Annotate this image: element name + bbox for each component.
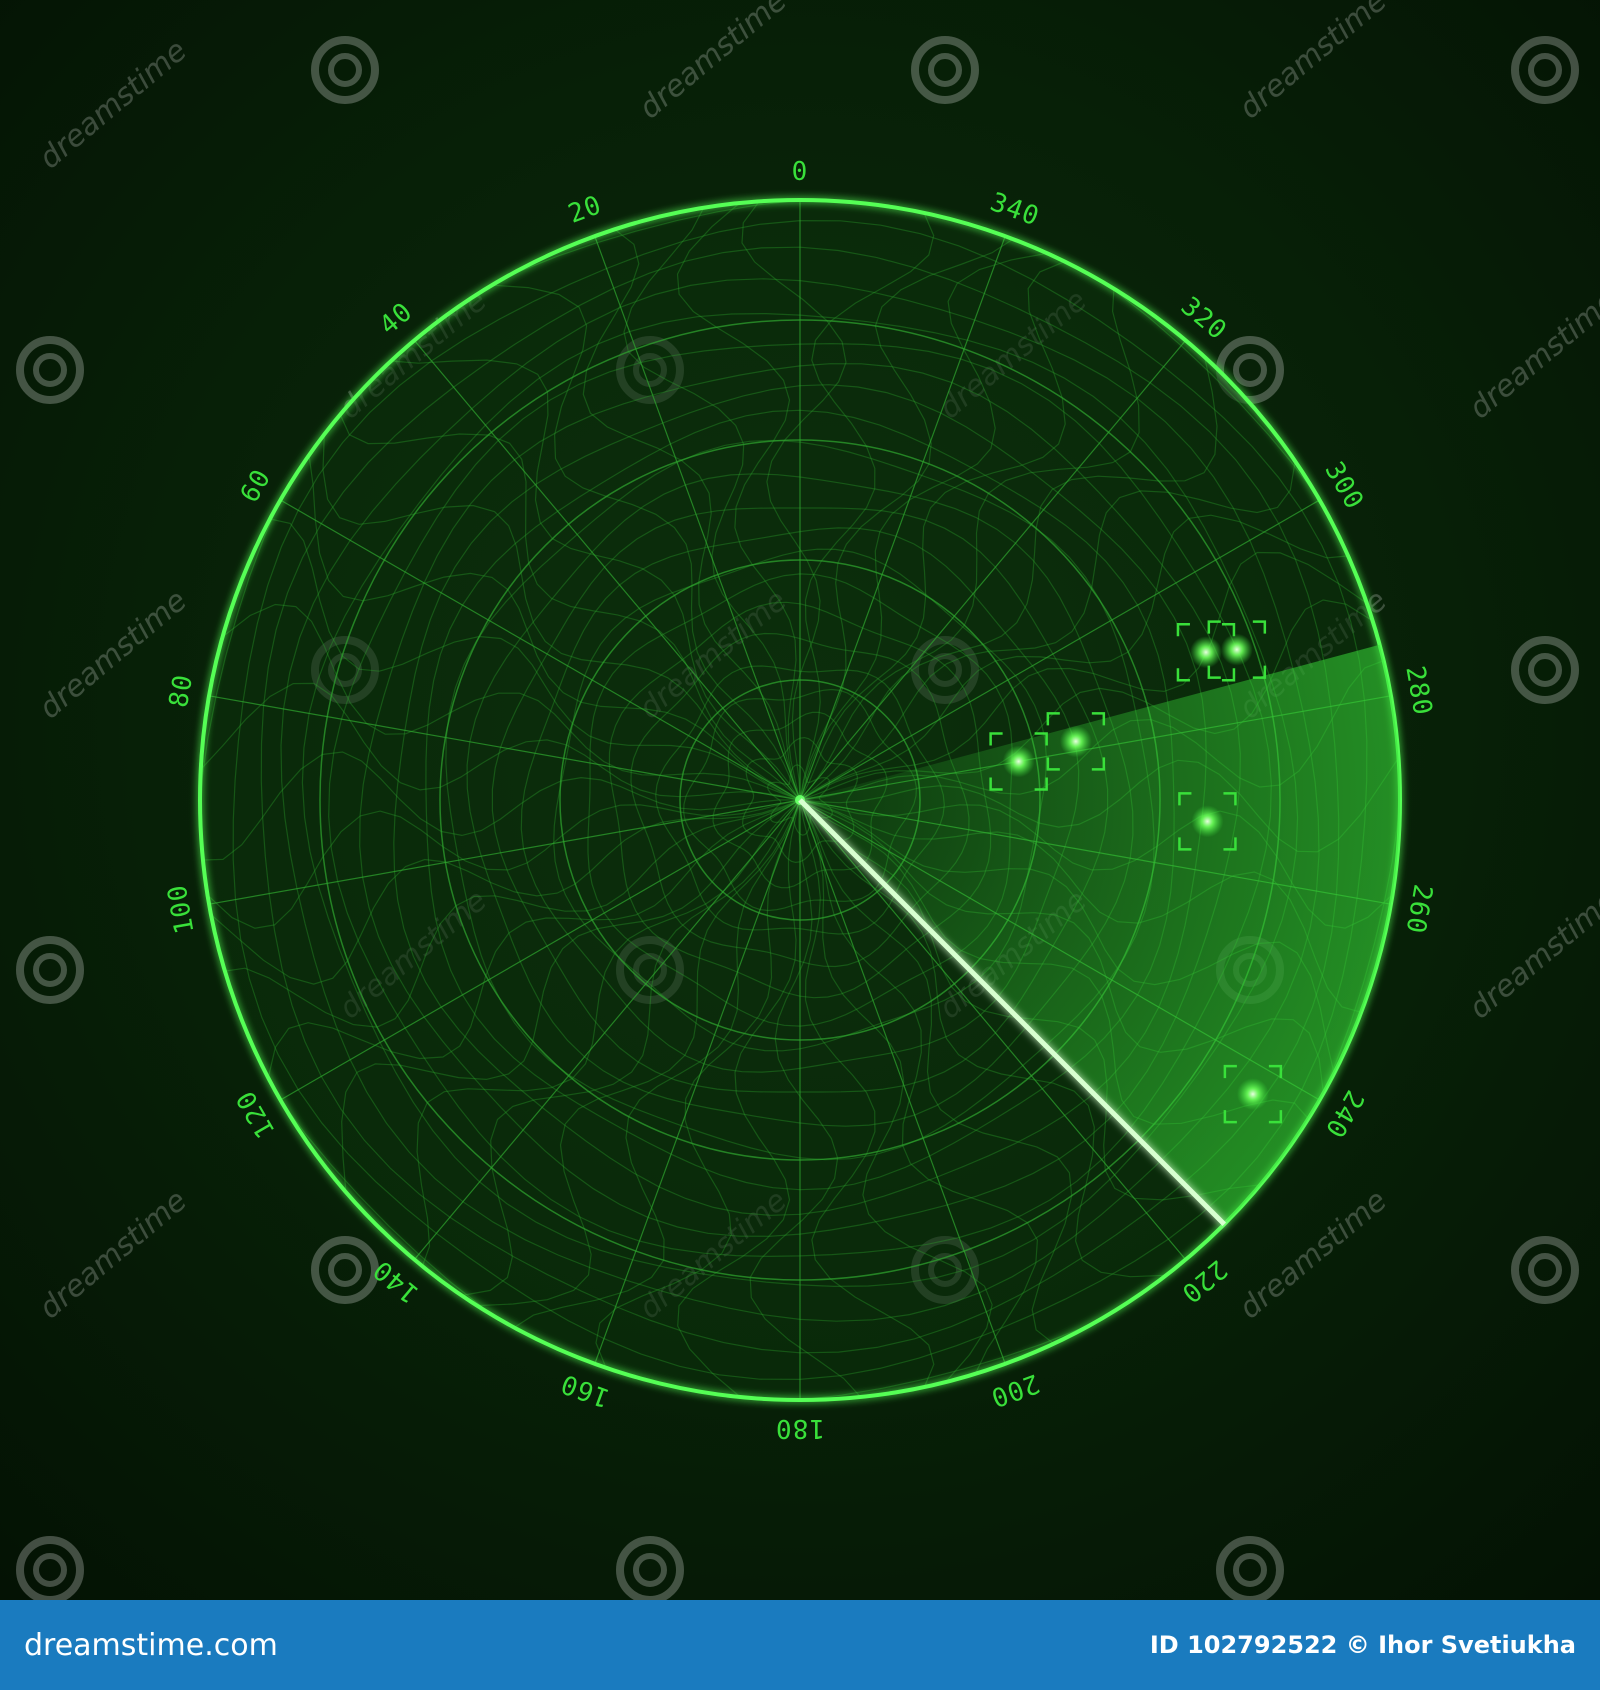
- target-blip: [1002, 745, 1035, 778]
- bearing-label-340: 340: [986, 187, 1043, 232]
- watermark-text: dreamstime: [633, 0, 794, 126]
- watermark-text: dreamstime: [1233, 0, 1394, 126]
- watermark-spiral-icon: [1511, 636, 1579, 704]
- bearing-label-60: 60: [235, 464, 278, 508]
- bearing-label-100: 100: [162, 882, 200, 936]
- watermark-spiral-icon: [911, 36, 979, 104]
- watermark-text: dreamstime: [33, 1183, 194, 1326]
- bearing-label-0: 0: [792, 157, 809, 187]
- watermark-text: dreamstime: [1463, 883, 1600, 1026]
- watermark-text: dreamstime: [1233, 1183, 1394, 1326]
- watermark-spiral-icon: [311, 1236, 379, 1304]
- watermark-spiral-icon: [1511, 36, 1579, 104]
- bearing-label-280: 280: [1399, 664, 1437, 718]
- target-blip: [1189, 636, 1222, 669]
- bearing-label-260: 260: [1399, 882, 1437, 936]
- watermark-spiral-icon: [616, 1536, 684, 1600]
- watermark-spiral-icon: [16, 1536, 84, 1600]
- watermark-text: dreamstime: [33, 33, 194, 176]
- bearing-label-80: 80: [164, 672, 199, 710]
- watermark-spiral-icon: [311, 36, 379, 104]
- watermark-spiral-icon: [16, 336, 84, 404]
- watermark-text: dreamstime: [1463, 283, 1600, 426]
- bearing-label-300: 300: [1318, 457, 1369, 515]
- target-blip: [1191, 805, 1224, 838]
- target-blip: [1059, 725, 1092, 758]
- bearing-label-20: 20: [564, 190, 606, 230]
- image-credit: ID 102792522 © Ihor Svetiukha: [1149, 1631, 1576, 1659]
- radar-display: dreamstime dreamstime dreamstime dreamstime…: [16, 0, 1600, 1600]
- bearing-label-120: 120: [231, 1085, 282, 1143]
- radar-stage: dreamstime dreamstime dreamstime dreamstime…: [0, 0, 1600, 1600]
- watermark-spiral-icon: [16, 936, 84, 1004]
- watermark-spiral-icon: [1511, 1236, 1579, 1304]
- target-blip: [1236, 1078, 1269, 1111]
- footer-bar: dreamstime.com ID 102792522 © Ihor Sveti…: [0, 1600, 1600, 1690]
- bearing-label-160: 160: [557, 1367, 614, 1412]
- watermark-spiral-icon: [1216, 1536, 1284, 1600]
- target-blip: [1220, 633, 1253, 666]
- bearing-label-240: 240: [1318, 1085, 1369, 1143]
- bearing-label-180: 180: [775, 1413, 825, 1443]
- bearing-label-200: 200: [986, 1367, 1043, 1412]
- brand-label[interactable]: dreamstime.com: [24, 1628, 278, 1663]
